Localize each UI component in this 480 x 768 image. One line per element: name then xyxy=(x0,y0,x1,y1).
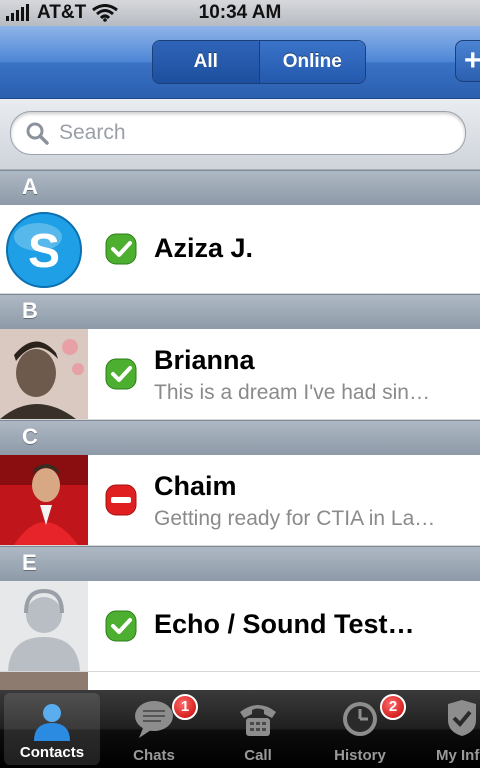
skype-logo-avatar: S xyxy=(0,205,88,293)
search-input[interactable]: Search xyxy=(10,111,466,155)
silhouette-avatar xyxy=(0,581,88,671)
tab-my-info[interactable]: My Inf xyxy=(414,690,480,768)
segment-all[interactable]: All xyxy=(153,41,259,83)
contact-photo-avatar xyxy=(0,329,88,419)
chat-bubble-icon xyxy=(135,701,173,738)
section-header-c: C xyxy=(0,420,480,456)
search-bar: Search xyxy=(0,99,480,170)
contact-row-partial[interactable] xyxy=(0,672,480,690)
do-not-disturb-status-icon xyxy=(105,484,137,516)
clock: 10:34 AM xyxy=(198,2,282,23)
contact-mood-message: This is a dream I've had sin… xyxy=(154,381,430,404)
contact-photo-avatar xyxy=(0,672,88,690)
contact-row[interactable]: Echo / Sound Test… xyxy=(0,581,480,672)
online-status-icon xyxy=(105,233,137,265)
contact-name: Echo / Sound Test… xyxy=(154,609,415,639)
shield-check-icon xyxy=(448,700,476,736)
search-icon xyxy=(26,122,49,145)
add-contact-button[interactable]: + xyxy=(455,40,480,82)
status-bar: AT&T 10:34 AM xyxy=(0,0,480,26)
section-header-b: B xyxy=(0,294,480,330)
contact-name: Brianna xyxy=(154,345,255,375)
phone-icon xyxy=(240,705,276,736)
segment-online[interactable]: Online xyxy=(258,41,365,83)
svg-text:S: S xyxy=(28,225,60,278)
contact-row[interactable]: Brianna This is a dream I've had sin… xyxy=(0,329,480,420)
section-header-a: A xyxy=(0,170,480,206)
contact-row[interactable]: S Aziza J. xyxy=(0,205,480,294)
clock-icon xyxy=(343,702,377,736)
tab-call[interactable]: Call xyxy=(210,690,306,768)
tab-contacts[interactable]: Contacts xyxy=(4,693,100,765)
contact-row[interactable]: Chaim Getting ready for CTIA in La… xyxy=(0,455,480,546)
chats-badge: 1 xyxy=(172,694,198,720)
filter-segmented-control: All Online xyxy=(152,40,366,84)
contact-mood-message: Getting ready for CTIA in La… xyxy=(154,507,436,530)
online-status-icon xyxy=(105,358,137,390)
contact-photo-avatar xyxy=(0,455,88,545)
section-header-e: E xyxy=(0,546,480,582)
history-badge: 2 xyxy=(380,694,406,720)
contact-name: Chaim xyxy=(154,471,237,501)
online-status-icon xyxy=(105,610,137,642)
nav-bar: All Online + xyxy=(0,26,480,99)
tab-chats[interactable]: 1 Chats xyxy=(106,690,202,768)
person-icon xyxy=(34,704,70,741)
search-placeholder: Search xyxy=(59,121,126,144)
contact-name: Aziza J. xyxy=(154,233,254,263)
tab-history[interactable]: 2 History xyxy=(312,690,408,768)
tab-bar: Contacts 1 Chats Call 2 History My Inf xyxy=(0,690,480,768)
